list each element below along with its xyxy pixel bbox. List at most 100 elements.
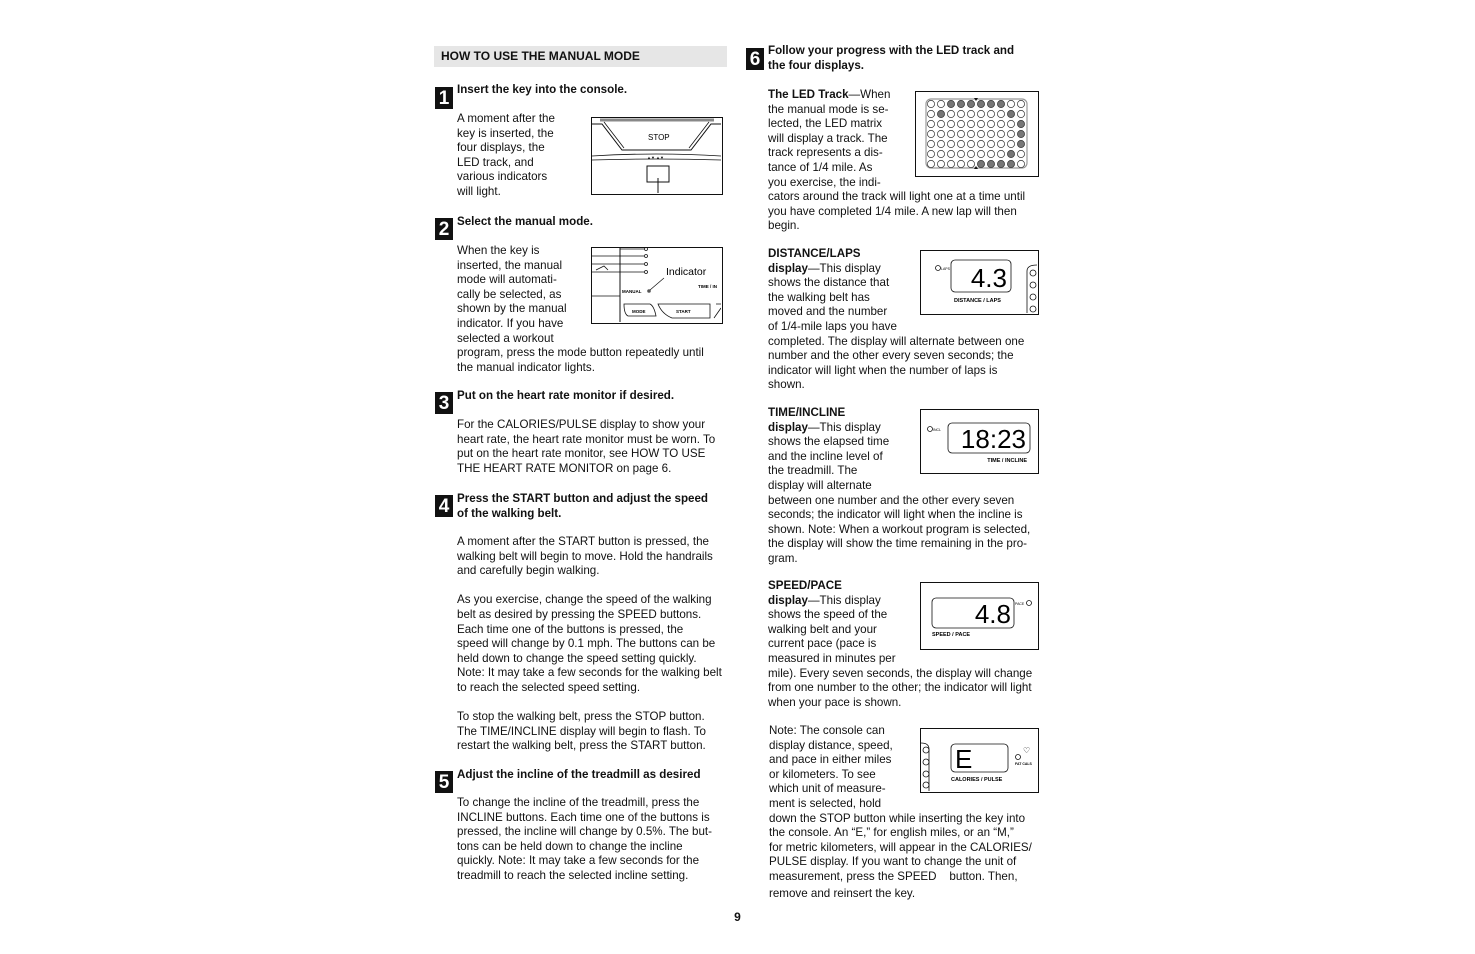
led-unlit xyxy=(1017,110,1025,118)
led-lit xyxy=(977,160,985,168)
led-unlit xyxy=(997,140,1005,148)
step-4-title: Press the START button and adjust the sp… xyxy=(457,492,709,520)
led-unlit xyxy=(957,140,965,148)
manual-label: MANUAL xyxy=(622,289,642,294)
led-unlit xyxy=(977,140,985,148)
led-unlit xyxy=(1007,130,1015,138)
led-unlit xyxy=(947,140,955,148)
step-3-title: Put on the heart rate monitor if desired… xyxy=(457,389,675,402)
led-unlit xyxy=(1017,160,1025,168)
step-number-3: 3 xyxy=(435,392,453,414)
led-unlit xyxy=(1007,120,1015,128)
calories-pulse-figure: E ♡ FAT CALS CALORIES / PULSE xyxy=(920,728,1039,793)
section-header: HOW TO USE THE MANUAL MODE xyxy=(434,46,727,67)
led-unlit xyxy=(947,160,955,168)
led-unlit xyxy=(1007,140,1015,148)
led-unlit xyxy=(987,130,995,138)
led-unlit xyxy=(967,160,975,168)
led-unlit xyxy=(927,140,935,148)
svg-text:START: START xyxy=(676,309,691,314)
led-unlit xyxy=(987,120,995,128)
led-unlit xyxy=(997,110,1005,118)
led-unlit xyxy=(947,150,955,158)
led-unlit xyxy=(967,120,975,128)
led-unlit xyxy=(977,120,985,128)
led-unlit xyxy=(997,130,1005,138)
step-6-title: Follow your progress with the LED track … xyxy=(768,44,1015,72)
svg-text:MODE: MODE xyxy=(632,309,646,314)
distance-value: 4.3 xyxy=(971,263,1007,293)
led-unlit xyxy=(937,160,945,168)
led-unlit xyxy=(937,130,945,138)
step-4-body: A moment after the START button is press… xyxy=(457,535,722,753)
step-5-body: To change the incline of the treadmill, … xyxy=(457,796,712,882)
speed-pace-label: SPEED / PACE xyxy=(932,632,970,638)
led-unlit xyxy=(937,120,945,128)
led-lit xyxy=(1007,110,1015,118)
led-lit xyxy=(967,100,975,108)
led-lit xyxy=(937,110,945,118)
step-number-2: 2 xyxy=(435,218,453,240)
led-lit xyxy=(947,100,955,108)
manual-indicator-figure: MANUAL Indicator TIME / IN MODE START xyxy=(591,247,723,324)
page-number: 9 xyxy=(734,910,741,924)
led-unlit xyxy=(937,100,945,108)
led-unlit xyxy=(927,100,935,108)
led-unlit xyxy=(957,150,965,158)
stop-label: STOP xyxy=(648,133,670,142)
led-lit xyxy=(987,100,995,108)
svg-text:INCL: INCL xyxy=(933,428,941,432)
time-incline-figure: INCL 18:23 TIME / INCLINE xyxy=(920,409,1039,474)
led-unlit xyxy=(957,120,965,128)
led-unlit xyxy=(987,110,995,118)
step-number-4: 4 xyxy=(435,495,453,517)
led-unlit xyxy=(967,110,975,118)
led-unlit xyxy=(997,120,1005,128)
led-unlit xyxy=(977,150,985,158)
calories-pulse-label: CALORIES / PULSE xyxy=(951,777,1003,783)
led-lit xyxy=(1007,150,1015,158)
svg-text:TIME / IN: TIME / IN xyxy=(698,284,717,289)
svg-text:FAT CALS: FAT CALS xyxy=(1015,762,1033,766)
speed-value: 4.8 xyxy=(975,599,1011,629)
led-unlit xyxy=(987,140,995,148)
led-unlit xyxy=(987,150,995,158)
led-lit xyxy=(1007,160,1015,168)
step-number-5: 5 xyxy=(435,771,453,793)
led-unlit xyxy=(967,130,975,138)
indicator-label: Indicator xyxy=(666,266,707,278)
led-lit xyxy=(1017,140,1025,148)
step-number-1: 1 xyxy=(435,87,453,109)
step-2-title: Select the manual mode. xyxy=(457,215,593,228)
led-lit xyxy=(997,160,1005,168)
led-lit xyxy=(957,100,965,108)
led-unlit xyxy=(927,120,935,128)
led-unlit xyxy=(1007,100,1015,108)
speed-pace-figure: 4.8 PACE SPEED / PACE xyxy=(920,582,1039,650)
led-unlit xyxy=(927,110,935,118)
time-incline-label: TIME / INCLINE xyxy=(987,458,1027,464)
led-unlit xyxy=(927,130,935,138)
led-unlit xyxy=(947,110,955,118)
step-5-title: Adjust the incline of the treadmill as d… xyxy=(457,768,701,781)
step-1-title: Insert the key into the console. xyxy=(457,83,628,96)
led-unlit xyxy=(977,130,985,138)
led-unlit xyxy=(927,160,935,168)
step-3-body: For the CALORIES/PULSE display to show y… xyxy=(457,418,716,475)
led-unlit xyxy=(927,150,935,158)
led-unlit xyxy=(947,130,955,138)
led-lit xyxy=(1017,130,1025,138)
led-unlit xyxy=(937,150,945,158)
led-lit xyxy=(987,160,995,168)
heart-icon: ♡ xyxy=(1023,746,1030,755)
step-number-6: 6 xyxy=(746,48,764,70)
led-lit xyxy=(977,100,985,108)
led-unlit xyxy=(947,120,955,128)
led-unlit xyxy=(1017,150,1025,158)
svg-text:LAPS: LAPS xyxy=(941,267,951,271)
led-unlit xyxy=(1017,100,1025,108)
step-1-body: A moment after the key is inserted, the fo… xyxy=(457,112,555,198)
led-unlit xyxy=(967,150,975,158)
led-unlit xyxy=(977,110,985,118)
distance-laps-figure: LAPS 4.3 DISTANCE / LAPS xyxy=(920,250,1039,315)
